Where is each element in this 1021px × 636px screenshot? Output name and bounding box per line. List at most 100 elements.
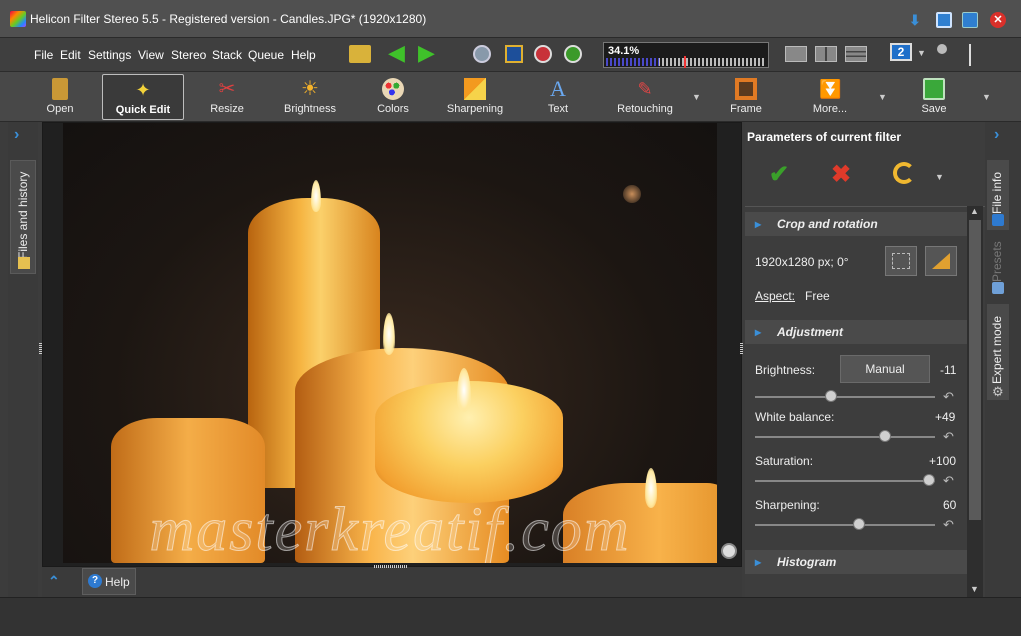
reset-white-balance-icon[interactable]: ↶ [943, 429, 954, 445]
aspect-value[interactable]: Free [805, 289, 830, 303]
menu-stereo[interactable]: Stereo [171, 48, 206, 62]
status-bar [0, 597, 1021, 636]
menu-edit[interactable]: Edit [60, 48, 81, 62]
menu-queue[interactable]: Queue [248, 48, 284, 62]
gear-icon: ⚙ [992, 384, 1004, 399]
sharpening-slider-knob[interactable] [853, 518, 865, 530]
menu-stack[interactable]: Stack [212, 48, 242, 62]
canvas-edge-grip[interactable] [39, 343, 42, 355]
presets-tab[interactable]: Presets [987, 234, 1009, 298]
canvas-edge-grip-right[interactable] [740, 343, 743, 355]
back-arrow-icon[interactable]: ◀ [388, 42, 405, 64]
flame-1 [311, 180, 321, 212]
quick-edit-button[interactable]: ✦ Quick Edit [102, 74, 184, 120]
scroll-thumb[interactable] [969, 220, 981, 520]
sun-icon: ☀ [301, 78, 319, 100]
files-history-tab[interactable]: Files and history [10, 160, 36, 274]
presets-label: Presets [990, 241, 1004, 282]
save-button[interactable]: Save [896, 74, 972, 120]
sharpening-slider-track[interactable] [755, 524, 935, 526]
sharpening-button[interactable]: Sharpening [436, 74, 514, 120]
menu-view[interactable]: View [138, 48, 164, 62]
monitor-dropdown-icon[interactable]: ▼ [917, 48, 926, 58]
image-canvas[interactable]: masterkreatif.com [39, 122, 743, 567]
pin-icon[interactable] [937, 44, 947, 54]
adjustment-section-header[interactable]: ▸ Adjustment [745, 320, 967, 344]
saturation-slider-knob[interactable] [923, 474, 935, 486]
door-icon [52, 78, 68, 100]
monitor-icon[interactable] [962, 12, 978, 28]
frame-button[interactable]: Frame [708, 74, 784, 120]
triangle-ruler [932, 253, 950, 269]
panel-scrollbar[interactable]: ▲ ▼ [967, 206, 983, 597]
brightness-slider-track[interactable] [755, 396, 935, 398]
scroll-up-icon[interactable]: ▲ [970, 206, 979, 216]
panel-title: Parameters of current filter [747, 130, 902, 144]
layout-split-icon[interactable] [815, 46, 837, 62]
forward-arrow-icon[interactable]: ▶ [418, 42, 435, 64]
menu-file[interactable]: File [34, 48, 53, 62]
retouching-button[interactable]: ✎ Retouching [602, 74, 688, 120]
navigator-icon[interactable] [721, 543, 737, 559]
more-button[interactable]: ⏬ More... [792, 74, 868, 120]
reset-saturation-icon[interactable]: ↶ [943, 473, 954, 489]
scroll-down-icon[interactable]: ▼ [970, 584, 979, 594]
expert-mode-tab[interactable]: Expert mode ⚙ [987, 304, 1009, 400]
sharpening-value: 60 [943, 498, 957, 512]
saturation-slider-track[interactable] [755, 480, 935, 482]
resize-button[interactable]: ✂ Resize [188, 74, 266, 120]
open-folder-icon[interactable] [349, 45, 371, 63]
help-button[interactable]: ? Help [82, 568, 136, 595]
white-balance-slider-knob[interactable] [879, 430, 891, 442]
canvas-bottom-bar: ⌃ ? Help [42, 565, 742, 597]
undo-icon[interactable] [893, 162, 915, 184]
zoom-1to1-icon[interactable] [473, 45, 491, 63]
crop-ruler-icon[interactable] [925, 246, 957, 276]
zoom-slider[interactable]: 34.1% [603, 42, 769, 68]
close-button[interactable]: ✕ [990, 12, 1006, 28]
scissors-icon: ✂ [218, 78, 236, 100]
menu-bar: File Edit Settings View Stereo Stack Que… [0, 38, 1021, 72]
zoom-out-icon[interactable] [534, 45, 552, 63]
monitor-selector-icon[interactable]: 2 [890, 43, 912, 61]
retouching-dropdown-icon[interactable]: ▼ [692, 92, 701, 102]
undo-dropdown-icon[interactable]: ▼ [935, 172, 944, 182]
menu-settings[interactable]: Settings [88, 48, 131, 62]
cancel-x-icon[interactable]: ✖ [831, 160, 851, 189]
brightness-slider-knob[interactable] [825, 390, 837, 402]
zoom-marker [684, 56, 686, 68]
download-icon[interactable]: ⬇ [909, 12, 925, 28]
layout-single-icon[interactable] [785, 46, 807, 62]
white-balance-slider-track[interactable] [755, 436, 935, 438]
reset-sharpening-icon[interactable]: ↶ [943, 517, 954, 533]
crop-section-header[interactable]: ▸ Crop and rotation [745, 212, 967, 236]
file-info-tab[interactable]: File info [987, 160, 1009, 230]
reset-brightness-icon[interactable]: ↶ [943, 389, 954, 405]
text-button[interactable]: A Text [518, 74, 598, 120]
save-dropdown-icon[interactable]: ▼ [982, 92, 991, 102]
aspect-label[interactable]: Aspect: [755, 289, 795, 303]
maximize-button[interactable] [936, 12, 952, 28]
layout-rows-icon[interactable] [845, 46, 867, 62]
bottom-grip[interactable] [374, 565, 408, 568]
bokeh-light [623, 185, 641, 203]
menu-help[interactable]: Help [291, 48, 316, 62]
crop-select-icon[interactable] [885, 246, 917, 276]
expand-left-chevron-icon[interactable]: › [14, 126, 19, 144]
apply-checkmark-icon[interactable]: ✔ [769, 160, 789, 189]
collapse-up-chevron-icon[interactable]: ⌃ [48, 573, 60, 590]
brightness-mode-button[interactable]: Manual [840, 355, 930, 383]
more-dropdown-icon[interactable]: ▼ [878, 92, 887, 102]
zoom-in-icon[interactable] [564, 45, 582, 63]
photo-candles: masterkreatif.com [63, 123, 717, 563]
saturation-label: Saturation: [755, 454, 814, 468]
zoom-fit-icon[interactable] [505, 45, 523, 63]
open-button[interactable]: Open [22, 74, 98, 120]
colors-button[interactable]: Colors [354, 74, 432, 120]
brightness-button[interactable]: ☀ Brightness [270, 74, 350, 120]
panel-divider [745, 206, 985, 207]
letter-a-icon: A [550, 76, 566, 101]
histogram-section-header[interactable]: ▸ Histogram [745, 550, 967, 574]
collapse-right-chevron-icon[interactable]: › [994, 126, 999, 144]
zoom-value: 34.1% [608, 45, 640, 57]
